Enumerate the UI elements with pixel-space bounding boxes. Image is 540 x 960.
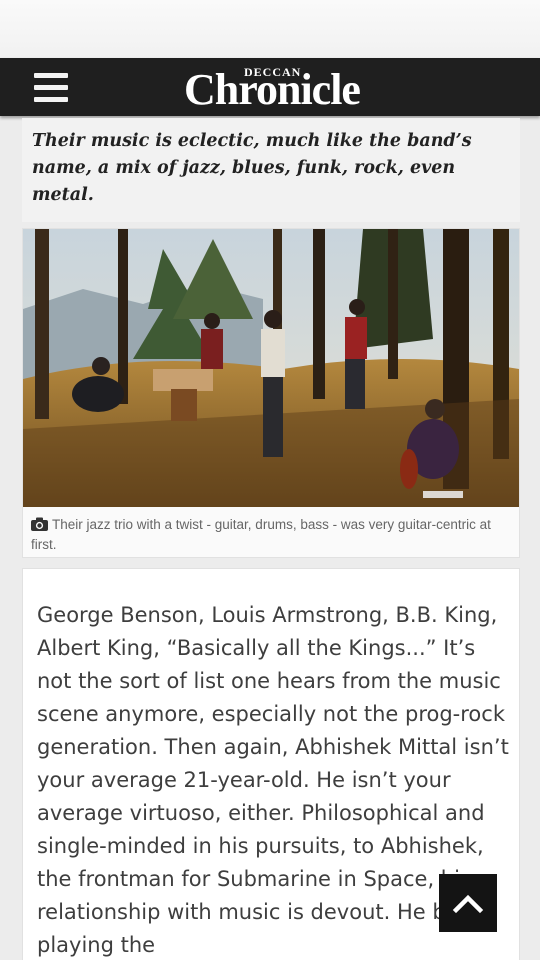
- chevron-up-icon: [452, 894, 484, 914]
- photo-caption-text: Their jazz trio with a twist - guitar, d…: [31, 517, 491, 552]
- pull-quote: Their music is eclectic, much like the b…: [22, 118, 520, 222]
- scroll-to-top-button[interactable]: [439, 874, 497, 932]
- photo-caption: Their jazz trio with a twist - guitar, d…: [31, 515, 515, 555]
- hamburger-menu-icon[interactable]: [28, 69, 74, 105]
- logo-chronicle: Chronicle: [184, 65, 361, 114]
- site-header: DECCAN Chronicle: [0, 58, 540, 116]
- camera-icon: [31, 517, 48, 531]
- band-photo: [23, 229, 519, 507]
- browser-status-strip: [0, 0, 540, 58]
- photo-card: Their jazz trio with a twist - guitar, d…: [22, 228, 520, 558]
- site-logo[interactable]: DECCAN Chronicle: [184, 62, 394, 114]
